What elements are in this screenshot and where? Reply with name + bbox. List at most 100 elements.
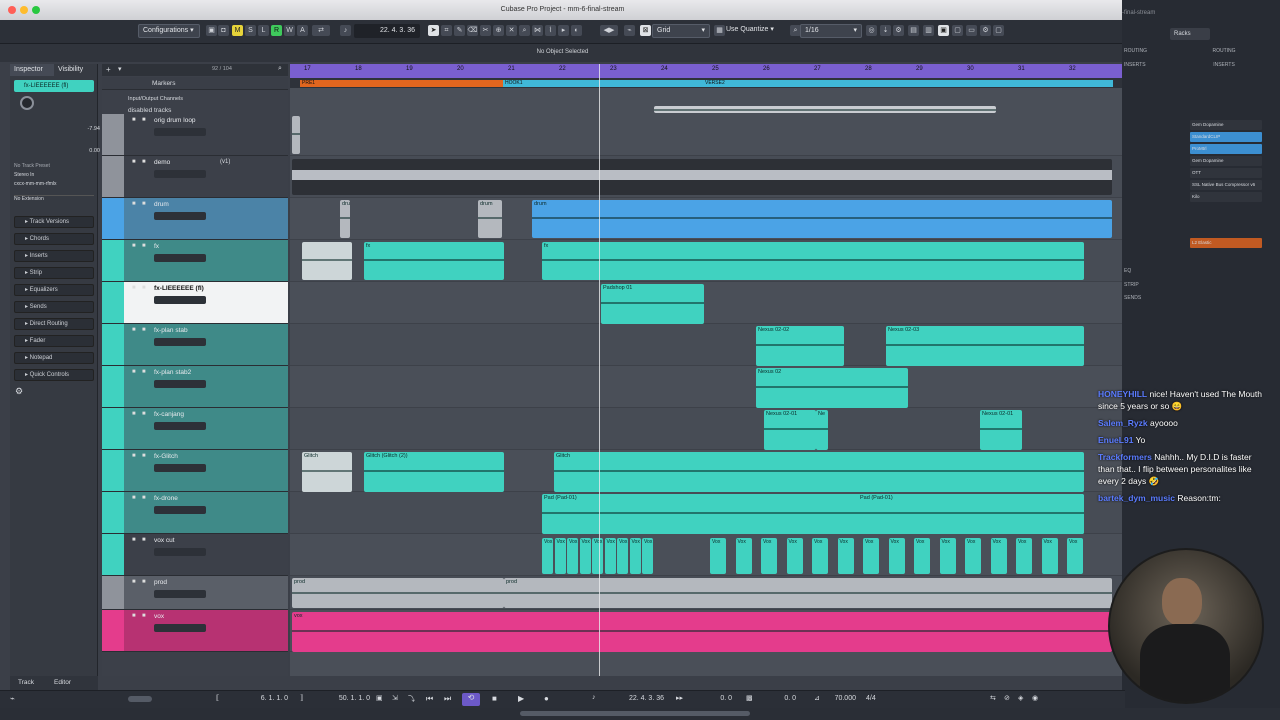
vox-cut-clip[interactable]: Vox <box>1041 538 1058 574</box>
track-controls[interactable] <box>154 128 206 136</box>
drum-clip[interactable]: dru <box>340 200 350 238</box>
configurations-dropdown[interactable]: Configurations ▾ <box>138 24 200 38</box>
zoom-window-button[interactable] <box>32 6 40 14</box>
cycle-button[interactable]: ⟲ <box>462 693 480 706</box>
inspector-settings-icon[interactable]: ⚙ <box>15 386 23 397</box>
inspector-track-name[interactable]: fx-LIEEEEEE (fl) <box>14 80 94 92</box>
insert-slot[interactable]: ProMtrl <box>1190 144 1262 154</box>
panel-icon[interactable]: ▢ <box>993 25 1004 36</box>
vox-cut-clip[interactable]: Vox <box>592 538 603 574</box>
snap-icon[interactable]: ⌁ <box>624 25 635 36</box>
fx-clip[interactable]: fx <box>364 242 504 280</box>
track-name[interactable]: prod <box>154 579 167 586</box>
next-marker-icon[interactable]: ⏭ <box>444 694 451 704</box>
track-options-icon[interactable]: ▾ <box>118 65 122 73</box>
link-icon[interactable]: ⊘ <box>1004 694 1010 702</box>
inspector-section-inserts[interactable]: ▸ Inserts <box>14 250 94 262</box>
nexus-clip[interactable]: Nexus 02-01 <box>980 410 1022 450</box>
vox-cut-clip[interactable]: Vox <box>604 538 616 574</box>
solo-button[interactable]: ■ <box>142 411 146 417</box>
close-window-button[interactable] <box>8 6 16 14</box>
track-controls[interactable] <box>154 624 206 632</box>
play-tool-icon[interactable]: ▸ <box>558 25 569 36</box>
prod-clip[interactable]: prod <box>292 578 504 608</box>
track-header[interactable]: ■ ■ drum <box>102 198 288 240</box>
settings-icon[interactable]: ⚙ <box>893 25 904 36</box>
vox-cut-clip[interactable]: Vox <box>567 538 578 574</box>
nexus-clip[interactable]: Nexus 02-01 <box>764 410 816 450</box>
inspector-section-equalizers[interactable]: ▸ Equalizers <box>14 284 94 296</box>
solo-button[interactable]: ■ <box>142 369 146 375</box>
insert-slot[interactable]: Gem Dopamine <box>1190 120 1262 130</box>
playhead-cursor[interactable] <box>599 64 600 676</box>
vox-cut-clip[interactable]: Vox <box>554 538 566 574</box>
track-name[interactable]: fx <box>154 243 159 250</box>
solo-button[interactable]: ■ <box>142 613 146 619</box>
inspector-section-track-versions[interactable]: ▸ Track Versions <box>14 216 94 228</box>
inspector-section-fader[interactable]: ▸ Fader <box>14 335 94 347</box>
track-controls[interactable] <box>154 548 206 556</box>
panel-layout-icon[interactable]: ▢ <box>952 25 963 36</box>
vox-cut-clip[interactable]: Vox <box>812 538 828 574</box>
automation-mode-button[interactable]: A <box>297 25 308 36</box>
mute-button[interactable]: ■ <box>132 327 136 333</box>
track-name[interactable]: vox cut <box>154 537 175 544</box>
panel-lower-icon[interactable]: ▥ <box>923 25 934 36</box>
settings-gear-icon[interactable]: ⚙ <box>980 25 991 36</box>
output-routing[interactable]: cxcx-mm-mm-rfmlx <box>14 181 94 187</box>
color-tool-icon[interactable]: ◐ <box>571 25 582 36</box>
prod-clip[interactable]: prod <box>504 578 1112 608</box>
track-header[interactable]: ■ ■ fx-canjang <box>102 408 288 450</box>
inspector-section-notepad[interactable]: ▸ Notepad <box>14 352 94 364</box>
markers-track[interactable]: Markers <box>102 77 288 90</box>
solo-button[interactable]: ■ <box>142 201 146 207</box>
listen-all-button[interactable]: L <box>258 25 269 36</box>
insert-slot[interactable]: SSL Native Bus Compressor v6 <box>1190 180 1262 190</box>
vox-cut-clip[interactable]: Vox <box>579 538 591 574</box>
panel-right-icon[interactable]: ▣ <box>938 25 949 36</box>
vox-cut-clip[interactable]: Vox <box>617 538 628 574</box>
track-header[interactable]: ■ ■ demo (v1) <box>102 156 288 198</box>
track-preset[interactable]: No Track Preset <box>14 163 94 169</box>
mute-tool-icon[interactable]: ✕ <box>506 25 517 36</box>
solo-button[interactable]: ■ <box>142 285 146 291</box>
snap-on-icon[interactable]: ⊠ <box>640 25 651 36</box>
track-name[interactable]: fx-plan stab2 <box>154 369 191 376</box>
io-channels-folder[interactable]: Input/Output Channels <box>128 96 183 102</box>
erase-tool-icon[interactable]: ⌫ <box>467 25 478 36</box>
solo-button[interactable]: ■ <box>142 453 146 459</box>
punch-out-icon[interactable]: ⇲ <box>392 694 398 702</box>
glue-tool-icon[interactable]: ⊕ <box>493 25 504 36</box>
mute-button[interactable]: ■ <box>132 369 136 375</box>
position-mode-icon[interactable]: ▸▸ <box>676 694 683 702</box>
time-signature-value[interactable]: 4/4 <box>866 695 876 702</box>
mute-button[interactable]: ■ <box>132 411 136 417</box>
inspector-section-sends[interactable]: ▸ Sends <box>14 301 94 313</box>
vox-cut-clip[interactable]: Vox <box>863 538 879 574</box>
inspector-section-quick-controls[interactable]: ▸ Quick Controls <box>14 369 94 381</box>
vox-cut-clip[interactable]: Vox <box>761 538 777 574</box>
vox-cut-clip[interactable]: Vox <box>642 538 653 574</box>
track-header[interactable]: ■ ■ orig drum loop <box>102 114 288 156</box>
vox-cut-clip[interactable]: Vox <box>542 538 553 574</box>
track-name[interactable]: fx-Glitch <box>154 453 178 460</box>
track-controls[interactable] <box>154 380 206 388</box>
insert-slot[interactable]: Kilo <box>1190 192 1262 202</box>
mute-button[interactable]: ■ <box>132 243 136 249</box>
left-locator-icon[interactable]: ⟦ <box>216 694 219 702</box>
solo-button[interactable]: ■ <box>142 159 146 165</box>
insert-slot[interactable]: Gem Dopamine <box>1190 156 1262 166</box>
previous-marker-icon[interactable]: ⏮ <box>426 694 433 704</box>
track-name[interactable]: drum <box>154 201 169 208</box>
search-icon[interactable]: ⌕ <box>278 65 282 73</box>
solo-button[interactable]: ■ <box>142 537 146 543</box>
autoscroll-icon[interactable]: ⇄ <box>312 25 330 36</box>
track-name[interactable]: vox <box>154 613 164 620</box>
inspector-section-chords[interactable]: ▸ Chords <box>14 233 94 245</box>
mixer-layout-icon[interactable]: ▭ <box>966 25 977 36</box>
drum-clip[interactable]: drum <box>532 200 1112 238</box>
insert-slot[interactable]: OTT <box>1190 168 1262 178</box>
solo-all-button[interactable]: S <box>245 25 256 36</box>
fx-clip[interactable] <box>302 242 352 280</box>
track-controls[interactable] <box>154 506 206 514</box>
